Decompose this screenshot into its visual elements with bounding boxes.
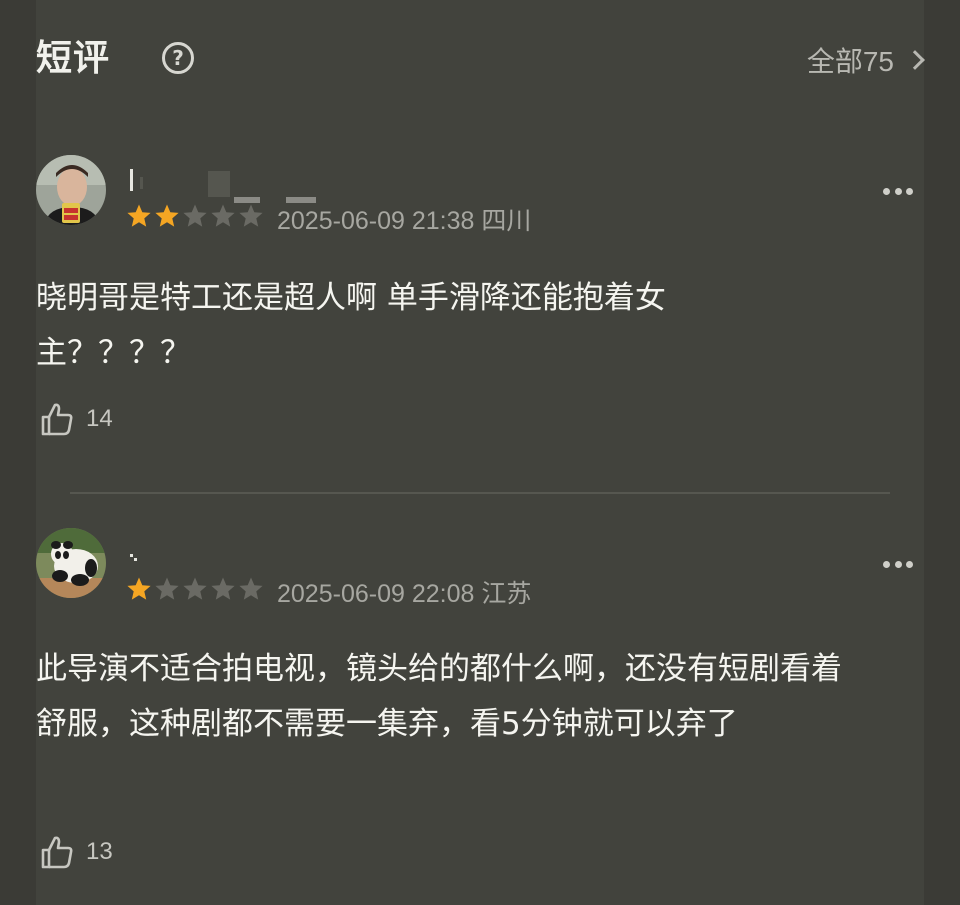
comment-date: 2025-06-09 21:38 bbox=[277, 207, 475, 235]
rating-stars bbox=[126, 203, 264, 229]
like-count: 13 bbox=[86, 838, 113, 865]
like-button[interactable]: 13 bbox=[40, 834, 113, 870]
comment-item: 2025-06-09 22:08 江苏 此导演不适合拍电视，镜头给的都什么啊，还… bbox=[36, 528, 924, 888]
rating-stars bbox=[126, 576, 264, 602]
person-avatar-icon bbox=[36, 155, 106, 225]
comment-text: 晓明哥是特工还是超人啊 单手滑降还能抱着女主？？？？ bbox=[36, 280, 666, 371]
like-button[interactable]: 14 bbox=[40, 401, 113, 437]
star-empty-icon bbox=[183, 204, 207, 227]
view-all-link[interactable]: 全部75 bbox=[806, 40, 925, 80]
star-empty-icon bbox=[211, 577, 235, 600]
section-title: 短评 bbox=[36, 38, 111, 79]
divider bbox=[70, 492, 890, 494]
username-obscured bbox=[130, 169, 316, 203]
comment-text: 此导演不适合拍电视，镜头给的都什么啊，还没有短剧看着舒服，这种剧都不需要一集弃，… bbox=[36, 651, 842, 742]
star-filled-icon bbox=[127, 577, 151, 600]
view-all-label: 全部75 bbox=[806, 46, 894, 77]
star-empty-icon bbox=[183, 577, 207, 600]
thumbs-up-icon bbox=[41, 836, 73, 869]
section-header: 短评 ? 全部75 bbox=[36, 36, 925, 82]
comment-location: 江苏 bbox=[481, 580, 532, 608]
comment-date: 2025-06-09 22:08 bbox=[277, 580, 475, 608]
star-filled-icon bbox=[155, 204, 179, 227]
chevron-right-icon bbox=[905, 50, 925, 70]
avatar[interactable] bbox=[36, 155, 106, 225]
star-empty-icon bbox=[239, 204, 263, 227]
comment-location: 四川 bbox=[481, 207, 532, 235]
star-filled-icon bbox=[127, 204, 151, 227]
star-empty-icon bbox=[155, 577, 179, 600]
comment-meta: 2025-06-09 21:38 四川 bbox=[277, 201, 531, 237]
comment-item: 2025-06-09 21:38 四川 晓明哥是特工还是超人啊 单手滑降还能抱着… bbox=[36, 155, 924, 455]
star-empty-icon bbox=[211, 204, 235, 227]
comment-meta: 2025-06-09 22:08 江苏 bbox=[277, 574, 531, 610]
help-icon[interactable]: ? bbox=[162, 42, 194, 74]
like-count: 14 bbox=[86, 405, 113, 432]
more-options-icon[interactable] bbox=[883, 188, 913, 196]
username-obscured bbox=[130, 554, 137, 561]
more-options-icon[interactable] bbox=[883, 561, 913, 569]
avatar[interactable] bbox=[36, 528, 106, 598]
star-empty-icon bbox=[239, 577, 263, 600]
thumbs-up-icon bbox=[41, 403, 73, 436]
panda-avatar-icon bbox=[36, 528, 106, 598]
